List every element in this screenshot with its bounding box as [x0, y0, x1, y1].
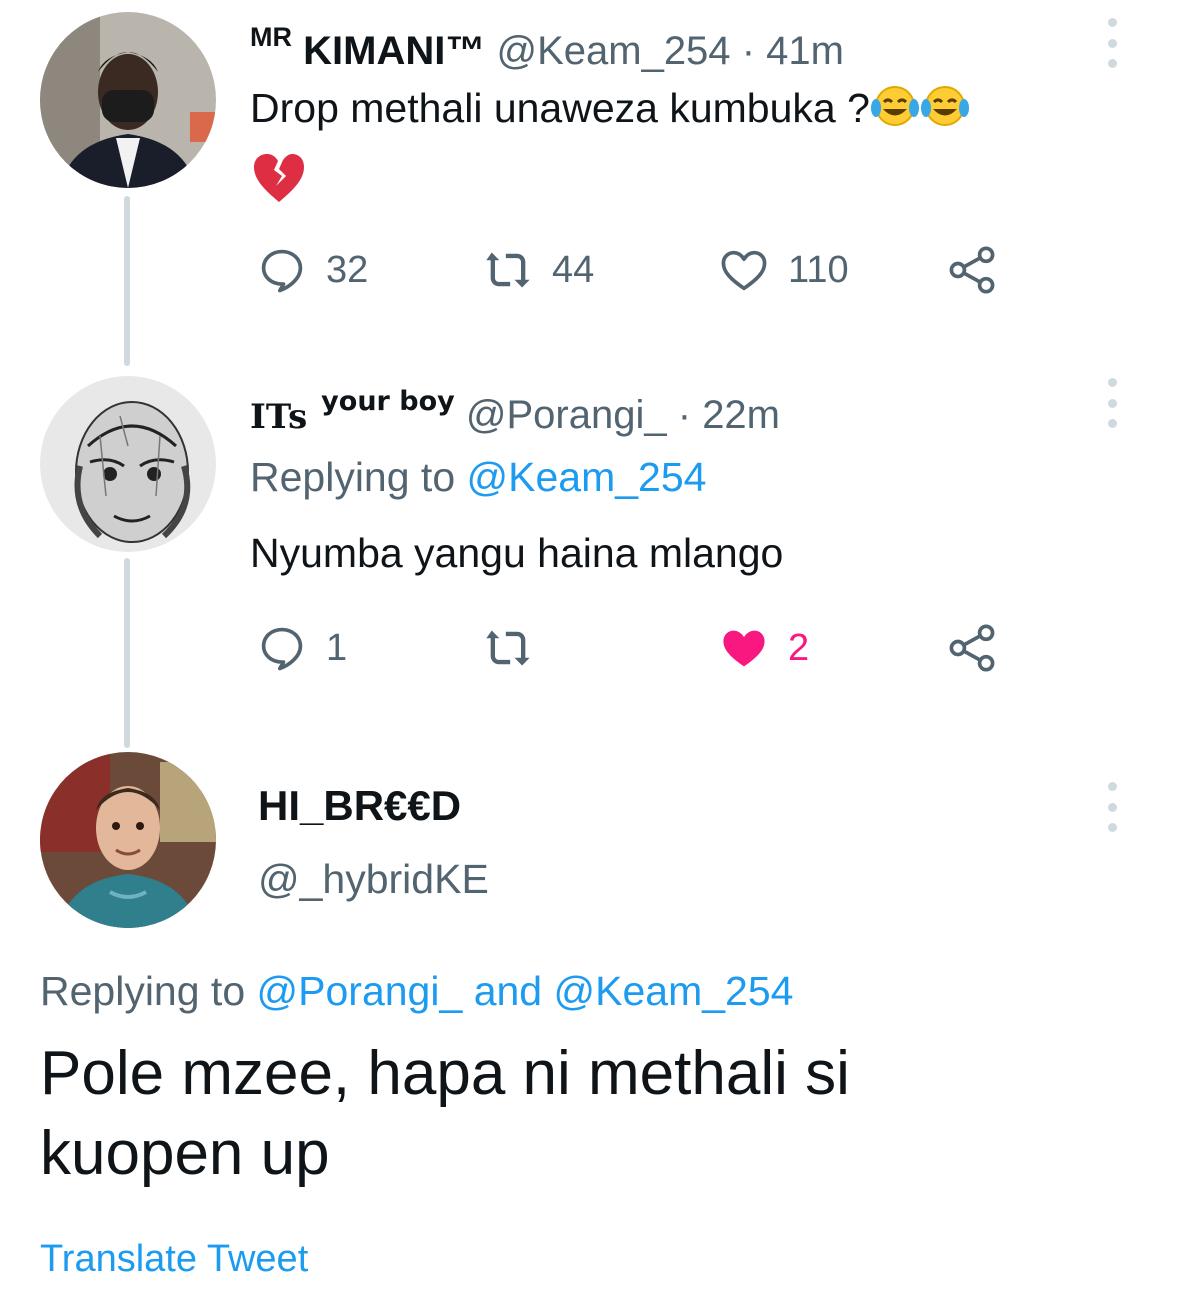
like-button[interactable]: 110 [718, 240, 849, 300]
like-count: 110 [788, 248, 849, 291]
share-icon [949, 624, 995, 672]
tweet-text: Drop methali unaweza kumbuka ? [250, 84, 970, 138]
retweet-button[interactable]: 44 [482, 240, 594, 300]
tweet-header: MR KIMANI™ @Keam_254 · 41m [250, 22, 844, 74]
like-count: 2 [788, 626, 810, 669]
more-options-icon[interactable] [1102, 18, 1122, 68]
more-options-icon[interactable] [1102, 378, 1122, 428]
display-name[interactable]: MR KIMANI™ [250, 22, 486, 73]
tweet-text-content: Drop methali unaweza kumbuka ? [250, 84, 870, 131]
broken-heart-emoji [252, 152, 306, 209]
reply-icon [261, 627, 303, 671]
display-name-prefix: MR [250, 22, 292, 52]
tweet-actions: 1 2 [250, 618, 1010, 678]
replying-to-handle[interactable]: @Porangi_ [257, 968, 463, 1014]
retweet-count: 44 [552, 248, 595, 291]
more-options-icon[interactable] [1102, 782, 1122, 832]
replying-to-and: and [473, 968, 543, 1014]
tweet-text: Pole mzee, hapa ni methali si kuopen up [40, 1039, 850, 1188]
tears-of-joy-emoji [920, 84, 970, 138]
reply-icon [261, 249, 303, 293]
display-name-suffix: your boy [321, 386, 455, 417]
thread-line [124, 196, 130, 366]
replying-to-handle[interactable]: @Keam_254 [554, 968, 794, 1014]
retweet-button[interactable] [482, 618, 534, 678]
tweet-text: Nyumba yangu haina mlango [250, 530, 784, 576]
replying-to-handle[interactable]: @Keam_254 [467, 454, 707, 500]
display-name[interactable]: HI_BR€€D [258, 782, 461, 830]
separator: · [741, 29, 756, 73]
tears-of-joy-emoji [870, 84, 920, 138]
tweet-actions: 32 44 110 [250, 240, 1010, 300]
replying-to-label: Replying to [40, 968, 246, 1014]
timestamp[interactable]: 22m [702, 393, 780, 437]
translate-tweet-link[interactable]: Translate Tweet [40, 1238, 308, 1281]
like-icon [723, 630, 765, 667]
reply-button[interactable]: 1 [256, 618, 347, 678]
avatar[interactable] [40, 376, 216, 552]
retweet-icon [486, 630, 530, 666]
timestamp[interactable]: 41m [766, 29, 844, 73]
user-handle[interactable]: @Keam_254 [496, 29, 730, 73]
display-name-text: ITs [250, 397, 308, 437]
replying-to-label: Replying to [250, 454, 456, 500]
retweet-icon [486, 252, 530, 288]
like-button[interactable]: 2 [718, 618, 809, 678]
thread-line [124, 558, 130, 748]
replying-to: Replying to @Porangi_ and @Keam_254 [40, 968, 793, 1015]
user-handle[interactable]: @Porangi_ [466, 393, 667, 437]
reply-count: 32 [326, 248, 369, 291]
separator: · [677, 393, 692, 437]
avatar[interactable] [40, 12, 216, 188]
share-button[interactable] [946, 618, 998, 678]
reply-button[interactable]: 32 [256, 240, 368, 300]
tweet-header: ITs your boy @Porangi_ · 22m [250, 386, 780, 438]
display-name-text: KIMANI™ [303, 29, 486, 73]
share-icon [949, 246, 995, 294]
user-handle[interactable]: @_hybridKE [258, 856, 489, 903]
avatar[interactable] [40, 752, 216, 928]
like-icon [721, 250, 767, 291]
share-button[interactable] [946, 240, 998, 300]
reply-count: 1 [326, 626, 348, 669]
replying-to: Replying to @Keam_254 [250, 454, 706, 501]
display-name[interactable]: ITs your boy [250, 386, 455, 438]
